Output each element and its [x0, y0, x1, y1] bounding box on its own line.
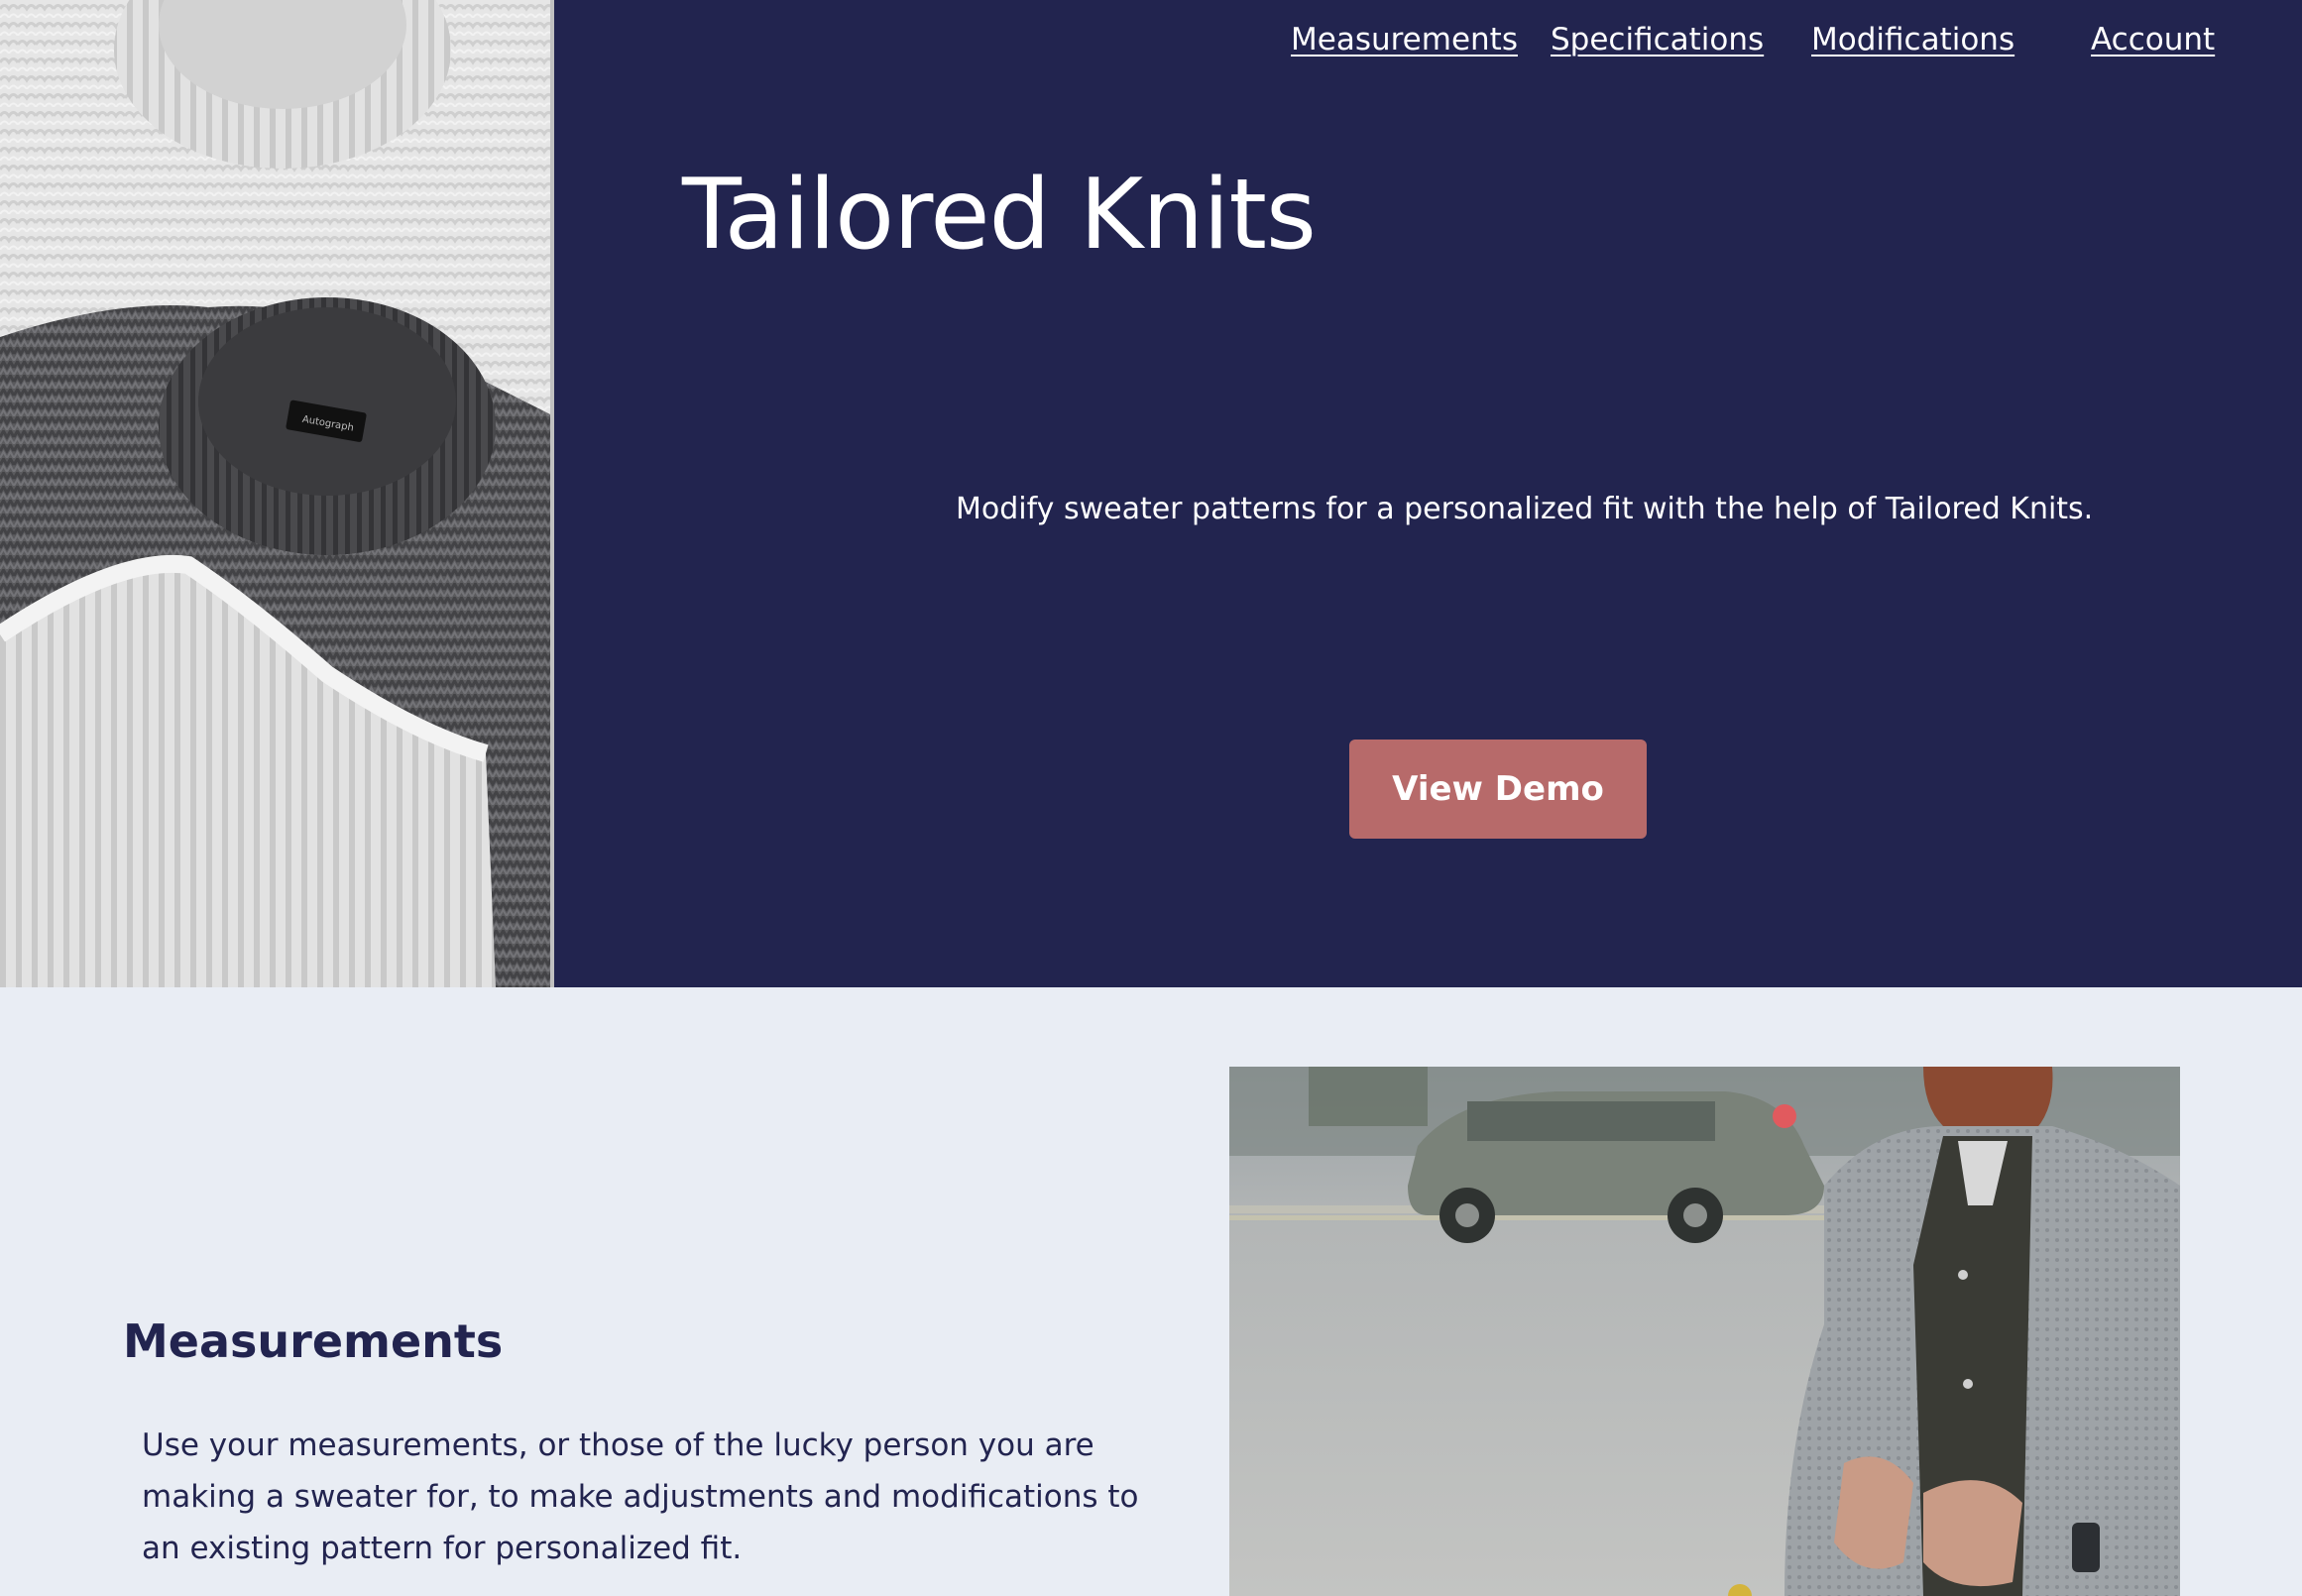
measurements-section: Measurements Use your measurements, or t… — [0, 987, 2302, 1596]
section-body-text: Use your measurements, or those of the l… — [142, 1427, 1139, 1566]
nav-link-specifications[interactable]: Specifications — [1551, 22, 1764, 57]
section-heading: Measurements — [123, 1314, 504, 1368]
nav-link-measurements[interactable]: Measurements — [1291, 22, 1518, 57]
page-title: Tailored Knits — [682, 159, 1317, 272]
man-in-cardigan-photo — [1229, 1067, 2180, 1596]
hero-section: Autograph Measurements Specifications Mo… — [0, 0, 2302, 987]
hero-subtitle: Modify sweater patterns for a personaliz… — [956, 492, 2094, 526]
nav-link-modifications[interactable]: Modifications — [1811, 22, 2014, 57]
nav-link-account[interactable]: Account — [2091, 22, 2215, 57]
view-demo-button[interactable]: View Demo — [1349, 740, 1647, 839]
sweaters-photo: Autograph — [0, 0, 554, 987]
